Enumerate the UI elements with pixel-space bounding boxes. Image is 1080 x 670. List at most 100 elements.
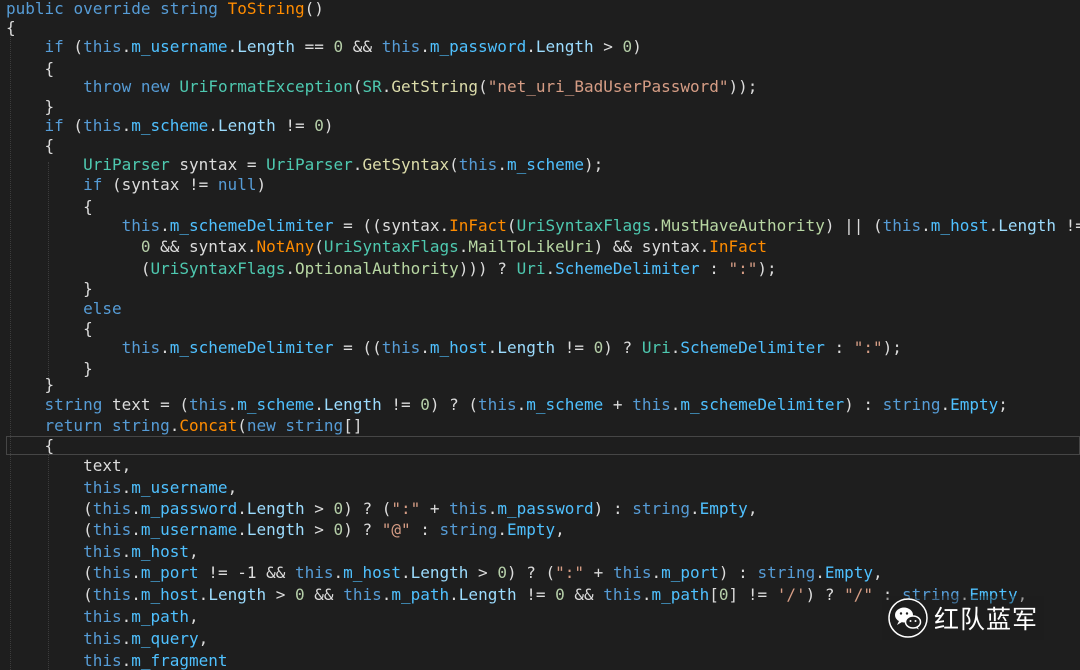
code-token: , bbox=[227, 478, 238, 497]
code-token: m_username bbox=[131, 478, 228, 497]
code-token: Length bbox=[410, 563, 469, 582]
code-token: m_password bbox=[497, 499, 594, 518]
code-token: syntax = bbox=[169, 155, 267, 174]
code-token: , bbox=[189, 542, 199, 561]
code-token: 0 bbox=[718, 585, 729, 604]
code-token: this bbox=[121, 338, 161, 357]
code-token: . bbox=[131, 585, 141, 604]
code-token: Length bbox=[323, 395, 382, 414]
code-token: . bbox=[121, 542, 132, 561]
wechat-icon bbox=[888, 598, 928, 638]
code-token: ( bbox=[449, 155, 459, 174]
code-token: . bbox=[940, 395, 951, 414]
code-token: string bbox=[44, 395, 103, 414]
code-token: "@" bbox=[381, 520, 411, 539]
code-token: InFact bbox=[449, 216, 507, 235]
code-token: m_host bbox=[429, 338, 488, 357]
code-token: . bbox=[651, 216, 662, 235]
code-token: . bbox=[487, 499, 498, 518]
code-token: if bbox=[83, 175, 103, 194]
code-token: == bbox=[295, 37, 334, 56]
code-token: m_path bbox=[131, 607, 190, 626]
code-token: > bbox=[266, 585, 296, 604]
code-token: m_scheme bbox=[506, 155, 585, 174]
code-token: this bbox=[381, 338, 421, 357]
code-token: . bbox=[545, 259, 556, 278]
code-token: && bbox=[564, 585, 604, 604]
code-editor[interactable]: public override string ToString(){ if (t… bbox=[0, 0, 1080, 670]
code-token: . bbox=[690, 499, 700, 518]
code-token: this bbox=[83, 629, 122, 648]
code-line: if (this.m_scheme.Length != 0) bbox=[6, 115, 334, 137]
code-line: (this.m_port != -1 && this.m_host.Length… bbox=[6, 562, 883, 584]
code-token: . bbox=[497, 155, 507, 174]
code-token: { bbox=[6, 18, 16, 37]
code-token: != bbox=[516, 585, 556, 604]
code-token: Length bbox=[497, 338, 556, 357]
code-token: 0 bbox=[333, 499, 344, 518]
code-token: m_schemeDelimiter bbox=[169, 216, 334, 235]
code-token: m_host bbox=[343, 563, 401, 582]
code-token: (syntax != bbox=[102, 175, 218, 194]
code-token: != -1 && bbox=[198, 563, 295, 582]
code-token: . bbox=[352, 155, 363, 174]
code-token: . bbox=[988, 216, 999, 235]
code-token: ( bbox=[352, 77, 363, 96]
code-token: this bbox=[612, 563, 652, 582]
code-line: (this.m_host.Length > 0 && this.m_path.L… bbox=[6, 584, 1027, 606]
code-token: . bbox=[121, 116, 132, 135]
code-line: if (this.m_username.Length == 0 && this.… bbox=[6, 36, 642, 58]
code-token: ( bbox=[506, 216, 517, 235]
code-token: this bbox=[92, 499, 132, 518]
code-token: string bbox=[882, 395, 941, 414]
code-token: . bbox=[497, 520, 507, 539]
code-token: ); bbox=[757, 259, 777, 278]
code-line: (this.m_password.Length > 0) ? (":" + th… bbox=[6, 498, 757, 520]
code-token: return bbox=[44, 416, 103, 435]
code-token: ))) ? bbox=[458, 259, 517, 278]
code-token: UriSyntaxFlags bbox=[323, 237, 459, 256]
code-line: return string.Concat(new string[] bbox=[6, 415, 363, 437]
code-token: this bbox=[83, 116, 122, 135]
code-token: m_port bbox=[661, 563, 719, 582]
code-token: m_username bbox=[131, 37, 228, 56]
code-token: . bbox=[198, 585, 209, 604]
code-token: ( bbox=[63, 37, 84, 56]
code-token: != bbox=[275, 116, 315, 135]
code-token: this bbox=[343, 585, 382, 604]
code-line: UriParser syntax = UriParser.GetSyntax(t… bbox=[6, 154, 603, 176]
code-token: . bbox=[169, 416, 180, 435]
code-token: OptionalAuthority bbox=[295, 259, 459, 278]
code-token: string bbox=[111, 416, 170, 435]
code-token: Empty bbox=[506, 520, 556, 539]
code-token: ); bbox=[584, 155, 604, 174]
code-token: > bbox=[468, 563, 498, 582]
code-token: this bbox=[83, 478, 122, 497]
watermark-text: 红队蓝军 bbox=[933, 605, 1038, 634]
code-token: . bbox=[516, 395, 527, 414]
code-token: . bbox=[449, 585, 459, 604]
code-token: > bbox=[593, 37, 623, 56]
code-line: this.m_schemeDelimiter = ((this.m_host.L… bbox=[6, 337, 902, 359]
code-token: ( bbox=[6, 585, 93, 604]
code-token: ( bbox=[6, 499, 93, 518]
code-token: Uri bbox=[641, 338, 671, 357]
code-token: { bbox=[6, 136, 55, 155]
code-token: ":" bbox=[555, 563, 585, 582]
code-token: Length bbox=[458, 585, 517, 604]
code-token: , bbox=[873, 563, 883, 582]
code-token: UriSyntaxFlags bbox=[150, 259, 286, 278]
code-token: && bbox=[304, 585, 344, 604]
code-token: else bbox=[83, 299, 122, 318]
code-token: NotAny bbox=[256, 237, 315, 256]
code-token: ; bbox=[998, 395, 1008, 414]
code-token: this bbox=[83, 651, 122, 670]
code-token: ( bbox=[478, 77, 488, 96]
